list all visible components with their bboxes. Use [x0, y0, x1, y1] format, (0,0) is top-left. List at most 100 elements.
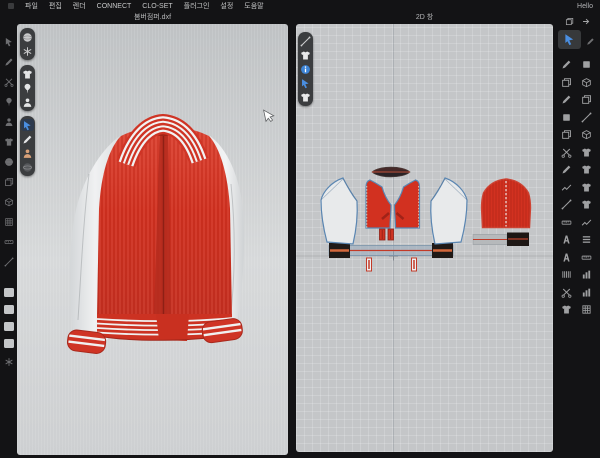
- pattern-board: [296, 24, 553, 452]
- dock-scissors-tool-icon[interactable]: [4, 72, 14, 92]
- select-2d-tool-button[interactable]: [299, 77, 312, 89]
- left-toolbar: [0, 24, 17, 458]
- viewport-2d[interactable]: [296, 24, 553, 452]
- buttonhole-tool-icon[interactable]: [556, 266, 576, 284]
- dock-avatar-tool-icon[interactable]: [4, 112, 14, 132]
- menu-item-4[interactable]: CONNECT: [97, 3, 132, 10]
- chart-tool-icon[interactable]: [576, 284, 596, 302]
- menu-item-5[interactable]: CLO-SET: [142, 3, 172, 10]
- text-tool-icon[interactable]: [556, 231, 576, 249]
- pattern-pen-tool-icon[interactable]: [556, 56, 576, 74]
- partial-tool-icon[interactable]: [586, 33, 595, 51]
- info-toggle-button[interactable]: [299, 63, 312, 75]
- edit-line-tool-button[interactable]: [299, 35, 312, 47]
- add-point-tool-icon[interactable]: [556, 91, 576, 109]
- dock-panel-button-3[interactable]: [4, 322, 14, 331]
- fold-pattern-tool-icon[interactable]: [576, 126, 596, 144]
- show-garment-button[interactable]: [21, 68, 34, 80]
- sleeve-right-group: [431, 178, 467, 244]
- menubar: 파일 편집 렌더 CONNECT CLO-SET 플러그인 설정 도움말: [0, 0, 600, 12]
- sleeve-left-pattern[interactable]: [321, 178, 357, 244]
- viewport3d-toolbar-group-2: [20, 65, 35, 111]
- viewport2d-toolbar-group: [298, 32, 313, 106]
- show-garment-2d-button[interactable]: [299, 49, 312, 61]
- viewport3d-toolbar-group-3: [20, 116, 35, 176]
- back-pattern-group: [482, 174, 531, 234]
- sleeve-right-pattern[interactable]: [431, 178, 467, 244]
- garment-3d[interactable]: [17, 24, 288, 455]
- panel-window-controls: [565, 13, 591, 31]
- mouse-cursor-icon: [263, 108, 276, 128]
- garment-texture-tool-icon[interactable]: [576, 179, 596, 197]
- viewport2d-title: 2D 창: [296, 12, 553, 24]
- dock-panel-button-2[interactable]: [4, 305, 14, 314]
- dock-grid-tool-icon[interactable]: [4, 212, 14, 232]
- flag-measure-tool-icon[interactable]: [576, 266, 596, 284]
- brush-tool-button[interactable]: [21, 133, 34, 145]
- world-navigation-button[interactable]: [21, 161, 34, 173]
- menu-item-2[interactable]: 편집: [49, 1, 62, 11]
- sewing-line-tool-icon[interactable]: [576, 214, 596, 232]
- pattern-list-tool-icon[interactable]: [576, 231, 596, 249]
- dart-tool-icon[interactable]: [556, 144, 576, 162]
- dock-ruler-tool-icon[interactable]: [4, 232, 14, 252]
- app-window: 파일편집렌더CONNECTCLO-SET플러그인설정도움말 Hello 봄버점퍼…: [0, 0, 600, 458]
- dock-box-tool-icon[interactable]: [4, 192, 14, 212]
- dark-shirt-tool-icon[interactable]: [556, 301, 576, 319]
- select-move-tool-button[interactable]: [21, 119, 34, 131]
- trace-tool-icon[interactable]: [556, 161, 576, 179]
- grading-tool-icon[interactable]: [576, 91, 596, 109]
- front-right-group: [395, 180, 420, 228]
- dock-plug-icon[interactable]: [4, 352, 14, 372]
- text-style-tool-icon[interactable]: [556, 249, 576, 267]
- grid-texture-tool-icon[interactable]: [576, 301, 596, 319]
- dock-panel-button-4[interactable]: [4, 339, 14, 348]
- expand-panel-icon[interactable]: [582, 13, 591, 31]
- menu-item-8[interactable]: 도움말: [244, 1, 263, 11]
- fit-garment-tool-icon[interactable]: [576, 161, 596, 179]
- cut-and-sew-tool-icon[interactable]: [556, 284, 576, 302]
- avatar-skin-tool-button[interactable]: [21, 147, 34, 159]
- viewport3d-toolbar-group-1: [20, 28, 35, 60]
- dock-line-tool-icon[interactable]: [4, 252, 14, 272]
- dock-pin-tool-icon[interactable]: [4, 92, 14, 112]
- dock-pen-tool-icon[interactable]: [4, 52, 14, 72]
- edit-pattern-tool-icon[interactable]: [556, 74, 576, 92]
- viewport-3d[interactable]: [17, 24, 288, 455]
- render-mode-button[interactable]: [21, 31, 34, 43]
- copy-pattern-tool-icon[interactable]: [556, 126, 576, 144]
- menu-item-7[interactable]: 설정: [220, 1, 233, 11]
- seam-edit-tool-icon[interactable]: [556, 179, 576, 197]
- segment-sewing-tool-icon[interactable]: [556, 196, 576, 214]
- collar-band-group: [473, 233, 529, 247]
- menu-item-6[interactable]: 플러그인: [184, 1, 210, 11]
- ruler-tool-icon[interactable]: [556, 214, 576, 232]
- front-left-pattern[interactable]: [366, 180, 391, 228]
- select-2d-active-tool-button[interactable]: [558, 30, 581, 49]
- dock-sphere-tool-icon[interactable]: [4, 152, 14, 172]
- pin-tool-button[interactable]: [21, 82, 34, 94]
- front-left-group: [366, 180, 391, 228]
- dock-panel-button-1[interactable]: [4, 288, 14, 297]
- transform-pattern-tool-icon[interactable]: [576, 56, 596, 74]
- measure-tool-icon[interactable]: [576, 249, 596, 267]
- arrange-garment-tool-icon[interactable]: [576, 144, 596, 162]
- front-right-pattern[interactable]: [395, 180, 420, 228]
- pattern-tools-grid: [556, 56, 596, 319]
- dock-select-tool-icon[interactable]: [4, 32, 14, 52]
- dock-layers-tool-icon[interactable]: [4, 172, 14, 192]
- notch-tool-icon[interactable]: [576, 109, 596, 127]
- wind-button[interactable]: [21, 45, 34, 57]
- jacket-cuff-left[interactable]: [66, 329, 106, 354]
- collar-pattern-group: [372, 167, 410, 177]
- rectangle-pattern-tool-icon[interactable]: [556, 109, 576, 127]
- dock-garment-tool-icon[interactable]: [4, 132, 14, 152]
- viewport2d-toolbar: [298, 32, 313, 111]
- show-avatar-button[interactable]: [21, 96, 34, 108]
- garment-dark-tool-icon[interactable]: [576, 196, 596, 214]
- move-pattern-tool-icon[interactable]: [576, 74, 596, 92]
- menu-item-1[interactable]: 파일: [25, 1, 38, 11]
- reset-arrangement-button[interactable]: [299, 91, 312, 103]
- float-panel-icon[interactable]: [565, 13, 574, 31]
- menu-item-3[interactable]: 렌더: [73, 1, 86, 11]
